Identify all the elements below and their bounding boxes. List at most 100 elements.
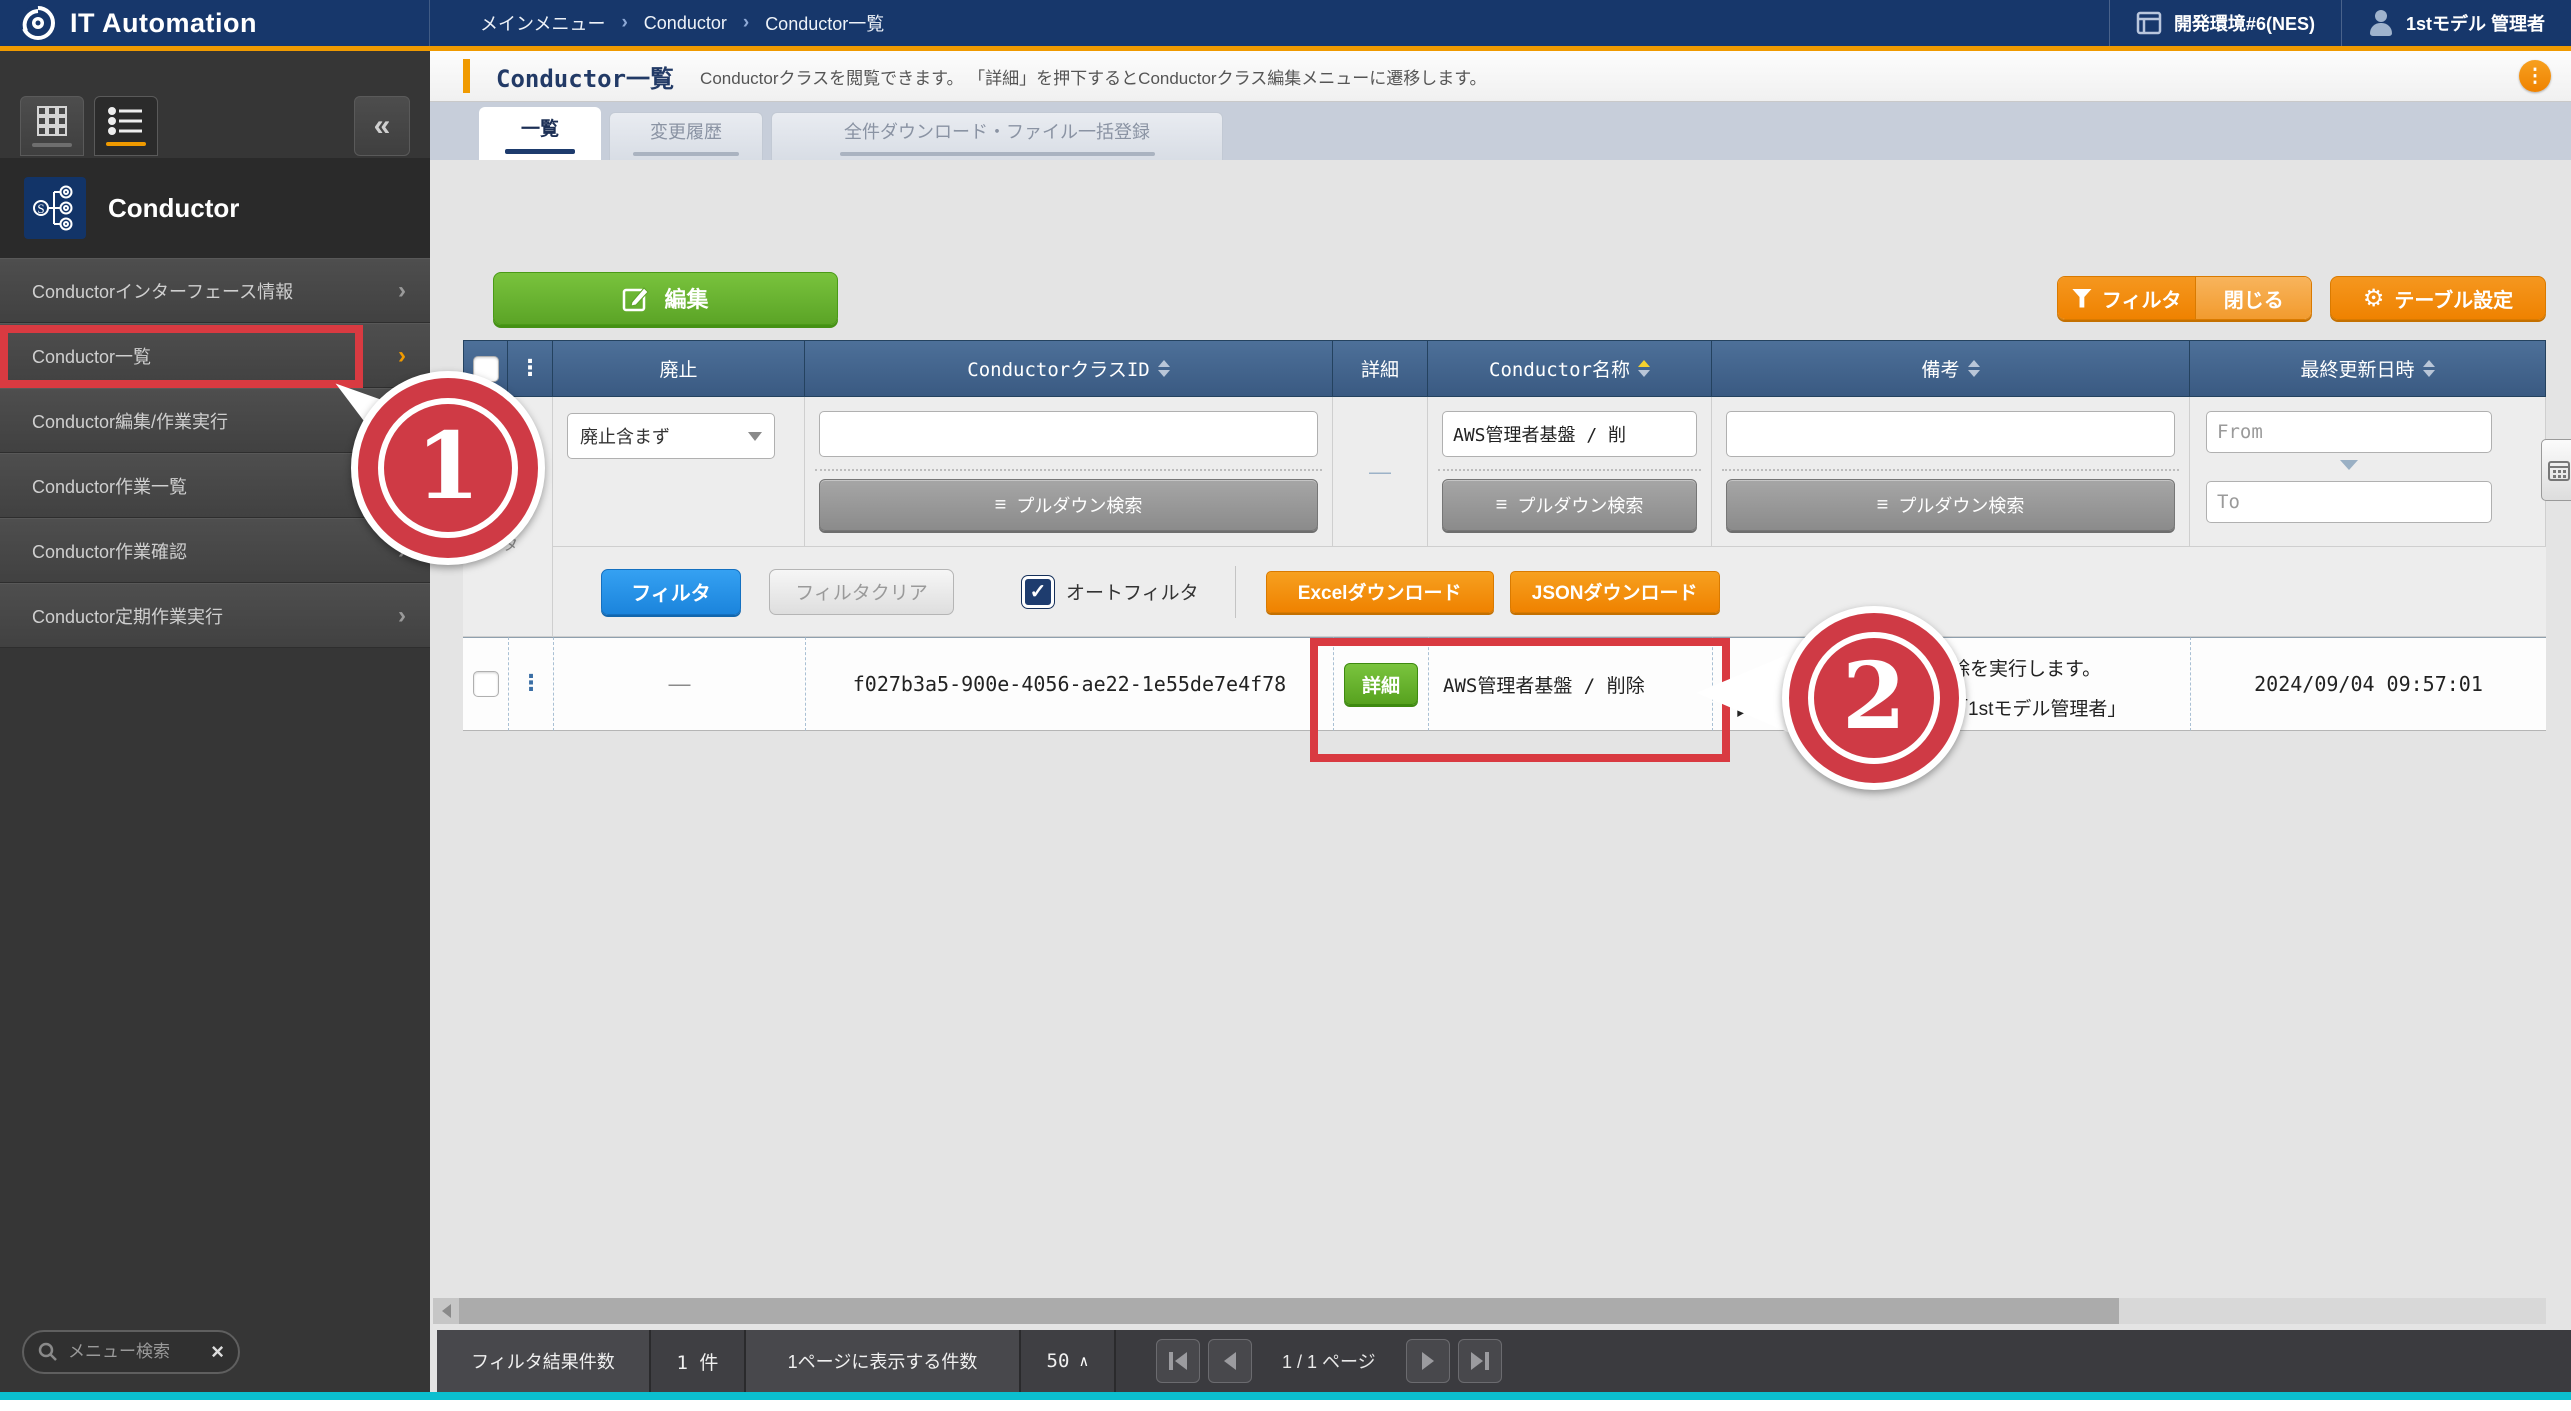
excel-download-button[interactable]: Excelダウンロード	[1266, 571, 1494, 613]
next-page-button[interactable]	[1406, 1339, 1450, 1383]
row-menu-cell: ⋮	[508, 637, 553, 731]
check-icon: ✓	[1030, 579, 1047, 604]
class-id-value: f027b3a5-900e-4056-ae22-1e55de7e4f78	[853, 672, 1286, 696]
filter-result-count-label: フィルタ結果件数	[437, 1330, 651, 1392]
breadcrumb-item-main-menu[interactable]: メインメニュー	[480, 10, 605, 36]
row-checkbox[interactable]	[473, 671, 499, 697]
svg-text:S: S	[37, 201, 44, 216]
menu-search-box[interactable]: ×	[22, 1330, 240, 1374]
page-menu-button[interactable]: ⋮	[2519, 60, 2551, 92]
tab-download-bulk-register[interactable]: 全件ダウンロード・ファイル一括登録	[771, 112, 1223, 160]
name-filter-input[interactable]	[1442, 411, 1697, 457]
sidebar-item-conductor-interface-info[interactable]: Conductorインターフェース情報 ›	[0, 258, 430, 323]
column-header-remarks[interactable]: 備考	[1712, 340, 2190, 397]
class-id-pulldown-search-button[interactable]: ≡ プルダウン検索	[819, 479, 1318, 531]
discard-filter-select[interactable]: 廃止含まず	[567, 413, 775, 459]
name-pulldown-search-button[interactable]: ≡ プルダウン検索	[1442, 479, 1697, 531]
updated-from-input[interactable]	[2206, 411, 2492, 453]
previous-page-button[interactable]	[1208, 1339, 1252, 1383]
column-label: 廃止	[659, 355, 697, 382]
sort-icons[interactable]	[2423, 360, 2435, 377]
tab-list[interactable]: 一覧	[479, 107, 601, 160]
environment-icon	[2136, 11, 2162, 35]
filter-cell-detail: —	[1333, 397, 1428, 547]
toolbar-right-buttons: フィルタ 閉じる ⚙ テーブル設定	[2057, 276, 2546, 320]
app-logo-text: IT Automation	[70, 8, 257, 39]
table-settings-button[interactable]: ⚙ テーブル設定	[2330, 276, 2546, 320]
page-title: Conductor一覧	[496, 59, 674, 94]
toolbar: 編集 フィルタ 閉じる ⚙	[463, 270, 2546, 326]
tab-label: 変更履歴	[650, 118, 722, 144]
remarks-filter-input[interactable]	[1726, 411, 2175, 457]
row-menu-header-cell: ⋮	[508, 340, 553, 397]
last-page-button[interactable]	[1458, 1339, 1502, 1383]
column-header-discard[interactable]: 廃止	[553, 340, 805, 397]
it-automation-logo-icon	[18, 3, 58, 43]
tab-change-history[interactable]: 変更履歴	[609, 112, 763, 160]
filter-funnel-icon	[2072, 289, 2092, 308]
app-logo[interactable]: IT Automation	[0, 0, 430, 46]
remarks-pulldown-search-button[interactable]: ≡ プルダウン検索	[1726, 479, 2175, 531]
edit-button[interactable]: 編集	[493, 272, 838, 325]
content-tabs: 一覧 変更履歴 全件ダウンロード・ファイル一括登録	[430, 102, 2571, 160]
environment-selector[interactable]: 開発環境#6(NES)	[2109, 0, 2341, 46]
sidebar-item-conductor-periodic-execute[interactable]: Conductor定期作業実行 ›	[0, 583, 430, 648]
scroll-left-button[interactable]	[433, 1298, 459, 1324]
breadcrumb-item-conductor[interactable]: Conductor	[644, 13, 727, 34]
first-page-button[interactable]	[1156, 1339, 1200, 1383]
filter-button[interactable]: フィルタ	[2058, 277, 2195, 319]
menu-search-input[interactable]	[68, 1342, 201, 1362]
autofilter-label: オートフィルタ	[1066, 578, 1199, 605]
annotation-step1-number: 1	[416, 420, 480, 512]
calendar-picker-button[interactable]	[2541, 439, 2571, 501]
gear-icon: ⚙	[2363, 286, 2385, 310]
column-header-name[interactable]: Conductor名称	[1428, 340, 1712, 397]
divider	[1438, 469, 1701, 471]
user-menu[interactable]: 1stモデル 管理者	[2341, 0, 2571, 46]
pulldown-search-label: プルダウン検索	[1898, 492, 2024, 518]
updated-to-input[interactable]	[2206, 481, 2492, 523]
arrow-left-icon	[442, 1304, 451, 1318]
topbar-right-group: 開発環境#6(NES) 1stモデル 管理者	[2109, 0, 2571, 46]
sidebar-item-label: Conductor編集/作業実行	[32, 408, 228, 434]
apply-filter-label: フィルタ	[631, 577, 711, 606]
clear-search-icon[interactable]: ×	[211, 1341, 224, 1363]
column-header-updated[interactable]: 最終更新日時	[2190, 340, 2546, 397]
scrollbar-thumb[interactable]	[459, 1298, 2119, 1324]
sort-icons[interactable]	[1968, 360, 1980, 377]
filter-close-button[interactable]: 閉じる	[2195, 277, 2311, 319]
horizontal-scrollbar[interactable]	[433, 1298, 2546, 1324]
filter-button-label: フィルタ	[2102, 284, 2182, 313]
column-label: 最終更新日時	[2300, 355, 2414, 382]
sidebar-collapse-button[interactable]: «	[354, 96, 410, 156]
filter-result-count-value: 1 件	[651, 1330, 746, 1392]
sidebar-tab-grid-view[interactable]	[20, 96, 84, 156]
autofilter-checkbox[interactable]: ✓	[1022, 576, 1054, 608]
class-id-filter-input[interactable]	[819, 411, 1318, 457]
pagination: 1 / 1 ページ	[1156, 1330, 1502, 1392]
per-page-selector[interactable]: 50 ∧	[1021, 1330, 1116, 1392]
arrow-right-icon	[1471, 1352, 1483, 1370]
sidebar-tab-list-view[interactable]	[94, 96, 158, 156]
row-discard-cell: —	[553, 637, 805, 731]
chevron-down-icon	[748, 432, 762, 441]
sort-icons-ascending[interactable]	[1638, 360, 1650, 377]
sidebar-item-conductor-work-confirm[interactable]: Conductor作業確認 ›	[0, 518, 430, 583]
column-header-class-id[interactable]: ConductorクラスID	[805, 340, 1333, 397]
arrow-left-icon	[1175, 1352, 1187, 1370]
bottom-padding	[0, 1400, 2571, 1411]
tab-underline	[106, 142, 146, 146]
tab-underline	[32, 143, 72, 147]
tab-label: 一覧	[521, 114, 559, 141]
sort-icons[interactable]	[1158, 360, 1170, 377]
filter-cell-discard: 廃止含まず	[553, 397, 805, 547]
sidebar-app-header: S Conductor	[0, 158, 430, 258]
title-accent-bar	[463, 59, 470, 93]
clear-filter-button[interactable]: フィルタクリア	[769, 569, 954, 615]
vertical-dots-icon[interactable]: ⋮	[520, 673, 542, 695]
user-name-label: 1stモデル 管理者	[2406, 10, 2545, 36]
clear-filter-label: フィルタクリア	[795, 578, 928, 605]
page-header: Conductor一覧 Conductorクラスを閲覧できます。 「詳細」を押下…	[430, 51, 2571, 102]
apply-filter-button[interactable]: フィルタ	[601, 569, 741, 615]
json-download-button[interactable]: JSONダウンロード	[1510, 571, 1720, 613]
